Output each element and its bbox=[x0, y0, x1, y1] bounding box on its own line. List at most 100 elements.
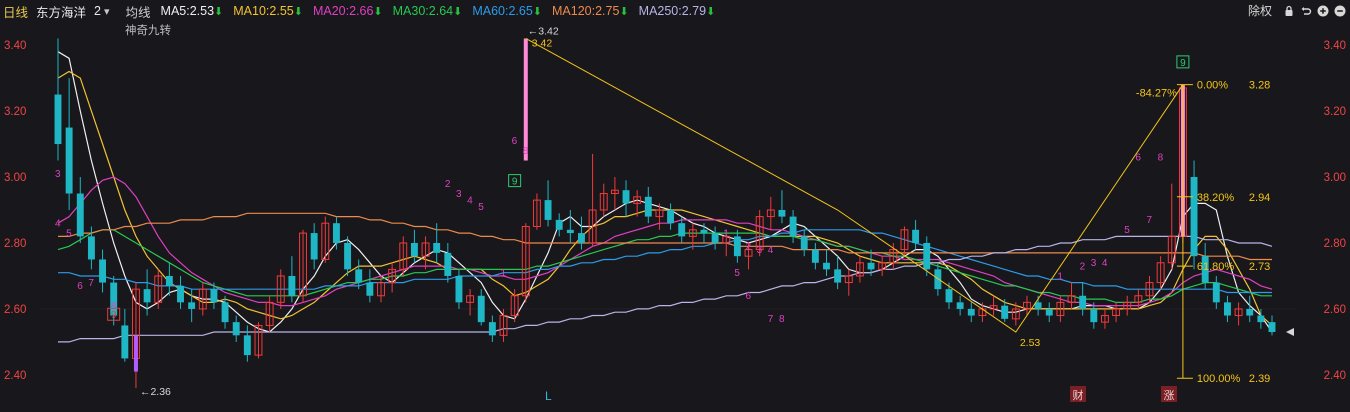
candle-body bbox=[711, 233, 719, 243]
kline-chart[interactable]: 3.40 3.40 3.20 3.20 3.00 3.00 2.80 2.80 2.60 2.60… bbox=[0, 0, 1350, 412]
sub-indicator-label[interactable]: 神奇九转 bbox=[125, 22, 171, 38]
fib-level-percent: 0.00% bbox=[1197, 80, 1228, 92]
lock-icon[interactable] bbox=[1283, 5, 1295, 17]
y-tick-label-left: 2.40 bbox=[4, 370, 26, 382]
ma-legend: MA5:2.53⬇ MA10:2.55⬇ MA20:2.66⬇ MA30:2.64⬇ M… bbox=[151, 4, 716, 18]
candle-body bbox=[165, 275, 173, 286]
stock-name: 东方海洋 bbox=[36, 5, 87, 20]
td-count-digit: 3 bbox=[55, 169, 61, 180]
arrow-down-icon: ⬇ bbox=[373, 6, 383, 18]
candle-body bbox=[54, 94, 62, 145]
candle-body bbox=[1079, 295, 1087, 309]
candle-body bbox=[789, 216, 797, 237]
candle-body bbox=[477, 295, 485, 323]
candle-body bbox=[1190, 177, 1198, 257]
candle-body bbox=[1212, 282, 1220, 303]
candle-body bbox=[1257, 315, 1265, 323]
ma-legend-item: MA10:2.55⬇ bbox=[233, 4, 303, 18]
candle-body bbox=[967, 308, 975, 316]
y-tick-label-right: 3.00 bbox=[1324, 172, 1346, 184]
candle-body bbox=[667, 210, 675, 224]
candle-body bbox=[1045, 308, 1053, 316]
candle-body bbox=[288, 275, 296, 296]
candle-body bbox=[76, 193, 84, 237]
td-count-digit: 7 bbox=[1146, 215, 1152, 226]
chart-count[interactable]: 2 bbox=[94, 4, 101, 18]
candle-body bbox=[121, 325, 129, 359]
y-tick-label-left: 3.20 bbox=[4, 106, 26, 118]
low-price-label: ←2.36 bbox=[140, 386, 171, 398]
candle-body bbox=[644, 196, 652, 217]
rights-adjust-button[interactable]: 除权 bbox=[1248, 2, 1272, 19]
ma-legend-item: MA250:2.79⬇ bbox=[638, 4, 716, 18]
td-nine-label: 9 bbox=[111, 310, 117, 321]
candle-body bbox=[444, 252, 452, 276]
candle-body bbox=[700, 229, 708, 234]
candle-body bbox=[678, 223, 686, 237]
l-marker: L bbox=[545, 389, 552, 403]
ma-line-ma10 bbox=[57, 70, 1273, 326]
highlight-bar bbox=[523, 38, 528, 161]
td-count-digit: 3 bbox=[456, 189, 462, 200]
candle-body bbox=[410, 242, 418, 257]
td-count-digit: 4 bbox=[467, 195, 473, 206]
candle-body bbox=[455, 275, 463, 303]
ma-legend-item: MA60:2.65⬇ bbox=[472, 4, 543, 18]
fib-level-percent: 100.00% bbox=[1197, 373, 1241, 385]
candle-body bbox=[733, 236, 741, 257]
candle-body bbox=[366, 282, 374, 296]
indicator-title[interactable]: 均线 bbox=[126, 2, 151, 21]
fib-swing-label: -84.27% bbox=[1136, 88, 1177, 100]
candlesticks bbox=[54, 38, 1276, 389]
candle-body bbox=[332, 223, 340, 243]
zoom-in-icon[interactable] bbox=[1317, 5, 1329, 17]
candle-body bbox=[544, 200, 552, 220]
chevron-down-icon[interactable]: ▾ bbox=[104, 5, 110, 18]
high-price-label: ←3.42 bbox=[528, 25, 559, 37]
zoom-out-icon[interactable] bbox=[1334, 5, 1346, 17]
candle-body bbox=[811, 249, 819, 263]
y-tick-label-left: 2.60 bbox=[4, 304, 26, 316]
candle-body bbox=[1001, 305, 1009, 319]
period-selector[interactable]: 日线 bbox=[3, 2, 28, 21]
candle-body bbox=[310, 233, 318, 260]
arrow-down-icon: ⬇ bbox=[706, 6, 716, 18]
annotations: 0.00% 3.28 38.20% 2.94 61.80% 2.73 100.00% 2.39… bbox=[55, 25, 1294, 403]
td-count-digit: 3 bbox=[757, 245, 763, 256]
candle-body bbox=[566, 229, 574, 234]
fib-level-percent: 38.20% bbox=[1197, 192, 1235, 204]
td-count-digit: 4 bbox=[55, 218, 61, 229]
y-tick-label-right: 2.60 bbox=[1324, 304, 1346, 316]
td-count-digit: 5 bbox=[66, 228, 72, 239]
td-count-digit: 6 bbox=[512, 136, 518, 147]
candle-body bbox=[355, 269, 363, 283]
td-nine-label: 9 bbox=[1180, 58, 1186, 69]
ma-line-ma5 bbox=[57, 51, 1273, 333]
arrow-down-icon: ⬇ bbox=[532, 6, 543, 18]
arrow-down-icon: ⬇ bbox=[619, 6, 629, 18]
td-count-digit: 8 bbox=[523, 146, 529, 157]
current-price-pointer bbox=[1286, 328, 1294, 336]
ma-legend-item: MA30:2.64⬇ bbox=[392, 4, 463, 18]
candle-body bbox=[232, 322, 240, 336]
td-count-digit: 2 bbox=[746, 242, 752, 253]
fib-level-price: 2.94 bbox=[1249, 192, 1270, 204]
arrow-down-icon: ⬇ bbox=[293, 6, 303, 18]
candle-body bbox=[188, 302, 196, 309]
candle-body bbox=[834, 269, 842, 283]
fib-level-percent: 61.80% bbox=[1197, 261, 1235, 273]
trend-line bbox=[525, 38, 1184, 333]
td-count-digit: 6 bbox=[746, 291, 752, 302]
candle-body bbox=[945, 289, 953, 303]
moving-average-lines bbox=[57, 51, 1273, 343]
y-tick-label-right: 2.40 bbox=[1324, 370, 1346, 382]
y-tick-label-right: 2.80 bbox=[1324, 238, 1346, 250]
fib-level-price: 2.39 bbox=[1249, 373, 1270, 385]
candle-body bbox=[143, 289, 151, 303]
td-count-digit: 6 bbox=[77, 281, 83, 292]
candle-body bbox=[800, 236, 808, 250]
undo-icon[interactable] bbox=[1300, 5, 1312, 17]
candle-body bbox=[65, 127, 73, 194]
td-count-digit: 8 bbox=[779, 314, 785, 325]
td-count-digit: 1 bbox=[501, 268, 507, 279]
